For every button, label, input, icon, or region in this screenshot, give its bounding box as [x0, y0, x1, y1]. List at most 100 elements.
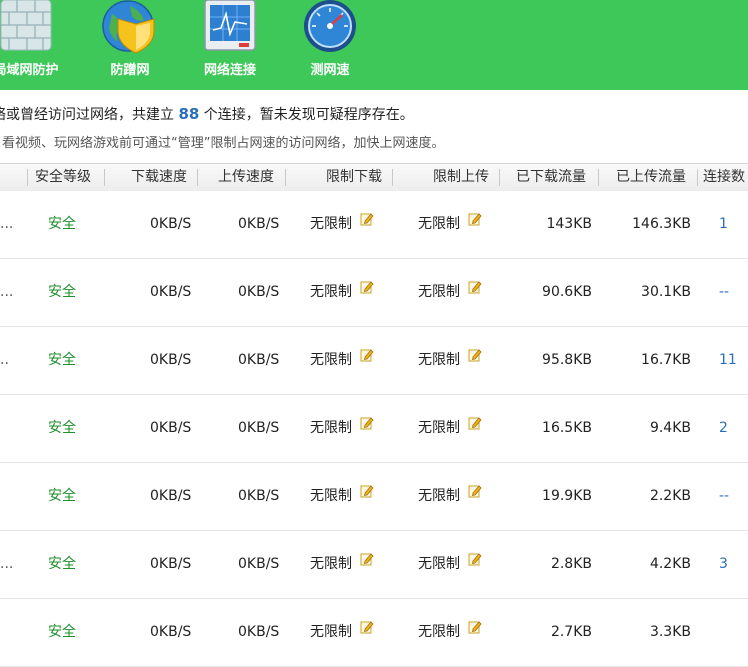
limit-download-cell: 无限制 [310, 259, 374, 326]
edit-limit-download-icon[interactable] [360, 529, 374, 596]
toolbar-network-connections[interactable]: 网络连接 [190, 0, 270, 90]
table-row[interactable]: 安全 0KB/S 0KB/S 无限制 无限制 16.5KB 9.4KB 2 [0, 395, 748, 463]
table-row[interactable]: 安全 0KB/S 0KB/S 无限制 无限制 19.9KB 2.2KB -- [0, 463, 748, 531]
downloaded-traffic: 143KB [546, 216, 592, 232]
upload-speed: 0KB/S [238, 420, 280, 436]
table-row[interactable]: ... 安全 0KB/S 0KB/S 无限制 无限制 90.6KB 30.1KB -- [0, 259, 748, 327]
security-level: 安全 [48, 624, 76, 640]
download-speed: 0KB/S [150, 556, 192, 572]
edit-limit-download-icon[interactable] [360, 597, 374, 664]
edit-limit-download-icon[interactable] [360, 189, 374, 256]
edit-limit-upload-icon[interactable] [468, 257, 482, 324]
edit-limit-upload-icon[interactable] [468, 325, 482, 392]
uploaded-traffic: 4.2KB [649, 556, 691, 572]
header-limit-download[interactable]: 限制下载 [326, 164, 382, 191]
edit-limit-download-icon[interactable] [360, 461, 374, 528]
header-download-speed[interactable]: 下载速度 [131, 164, 187, 191]
toolbar-label: 防蹭网 [110, 63, 150, 78]
edit-limit-download-icon[interactable] [360, 257, 374, 324]
toolbar-label: 网络连接 [203, 63, 256, 78]
connection-count-link[interactable]: -- [719, 463, 729, 530]
limit-upload-value: 无限制 [418, 284, 460, 300]
connection-count-link[interactable]: 11 [719, 327, 737, 394]
brick-wall-icon [0, 0, 52, 51]
toolbar-speed-test[interactable]: 测网速 [290, 0, 370, 90]
security-level: 安全 [48, 556, 76, 572]
limit-upload-value: 无限制 [418, 216, 460, 232]
upload-speed: 0KB/S [238, 624, 280, 640]
downloaded-traffic: 19.9KB [542, 488, 592, 504]
uploaded-traffic: 146.3KB [632, 216, 691, 232]
table-row[interactable]: ... 安全 0KB/S 0KB/S 无限制 无限制 143KB 146.3KB 1 [0, 191, 748, 259]
security-level: 安全 [48, 284, 76, 300]
edit-limit-upload-icon[interactable] [468, 189, 482, 256]
toolbar-label: 局域网防护 [0, 63, 59, 78]
edit-limit-upload-icon[interactable] [468, 597, 482, 664]
summary-suffix: 个连接，暂未发现可疑程序存在。 [199, 107, 414, 123]
table-row[interactable]: 安全 0KB/S 0KB/S 无限制 无限制 2.7KB 3.3KB [0, 599, 748, 667]
limit-upload-cell: 无限制 [418, 191, 482, 258]
header-downloaded[interactable]: 已下载流量 [516, 164, 586, 191]
header-security-level[interactable]: 安全等级 [35, 164, 91, 191]
edit-limit-download-icon[interactable] [360, 325, 374, 392]
limit-download-value: 无限制 [310, 284, 352, 300]
connection-count-link[interactable]: -- [719, 259, 729, 326]
speedometer-icon [304, 0, 356, 52]
uploaded-traffic: 9.4KB [649, 420, 691, 436]
upload-speed: 0KB/S [238, 284, 280, 300]
connection-count-link[interactable]: 2 [719, 395, 728, 462]
upload-speed: 0KB/S [238, 216, 280, 232]
edit-limit-upload-icon[interactable] [468, 529, 482, 596]
speed-tip: 看视频、玩网络游戏前可通过“管理”限制占网速的访问网络，加快上网速度。 [2, 136, 445, 151]
downloaded-traffic: 95.8KB [542, 352, 592, 368]
limit-download-cell: 无限制 [310, 191, 374, 258]
toolbar-lan-protection[interactable]: 局域网防护 [0, 0, 66, 90]
upload-speed: 0KB/S [238, 488, 280, 504]
globe-shield-icon [102, 0, 155, 54]
header-connections[interactable]: 连接数 [703, 164, 745, 191]
edit-limit-upload-icon[interactable] [468, 393, 482, 460]
connection-count-link[interactable]: 1 [719, 191, 728, 258]
downloaded-traffic: 2.8KB [550, 556, 592, 572]
info-panel: 络或曾经访问过网络，共建立 88 个连接，暂未发现可疑程序存在。 看视频、玩网络… [0, 90, 748, 163]
limit-download-value: 无限制 [310, 556, 352, 572]
limit-upload-cell: 无限制 [418, 395, 482, 462]
security-level: 安全 [48, 352, 76, 368]
column-separator [197, 169, 198, 186]
limit-upload-cell: 无限制 [418, 259, 482, 326]
download-speed: 0KB/S [150, 420, 192, 436]
downloaded-traffic: 90.6KB [542, 284, 592, 300]
connection-count-link[interactable]: 3 [719, 531, 728, 598]
table-header: 安全等级 下载速度 上传速度 限制下载 限制上传 已下载流量 已上传流量 连接数 [0, 163, 748, 192]
edit-limit-download-icon[interactable] [360, 393, 374, 460]
upload-speed: 0KB/S [238, 352, 280, 368]
process-name-truncated: .. [0, 352, 9, 368]
uploaded-traffic: 30.1KB [641, 284, 691, 300]
limit-download-cell: 无限制 [310, 599, 374, 666]
connection-count: 88 [178, 105, 200, 123]
edit-limit-upload-icon[interactable] [468, 461, 482, 528]
header-limit-upload[interactable]: 限制上传 [433, 164, 489, 191]
limit-upload-value: 无限制 [418, 488, 460, 504]
limit-upload-cell: 无限制 [418, 599, 482, 666]
column-separator [499, 169, 500, 186]
table-row[interactable]: .. 安全 0KB/S 0KB/S 无限制 无限制 95.8KB 16.7KB 11 [0, 327, 748, 395]
limit-upload-value: 无限制 [418, 556, 460, 572]
security-level: 安全 [48, 420, 76, 436]
header-upload-speed[interactable]: 上传速度 [218, 164, 274, 191]
limit-upload-value: 无限制 [418, 624, 460, 640]
column-separator [285, 169, 286, 186]
connection-summary: 络或曾经访问过网络，共建立 88 个连接，暂未发现可疑程序存在。 [0, 104, 414, 124]
toolbar-anti-leech[interactable]: 防蹭网 [90, 0, 170, 90]
download-speed: 0KB/S [150, 284, 192, 300]
downloaded-traffic: 16.5KB [542, 420, 592, 436]
security-level: 安全 [48, 488, 76, 504]
column-separator [27, 169, 28, 186]
limit-download-cell: 无限制 [310, 463, 374, 530]
limit-upload-cell: 无限制 [418, 327, 482, 394]
limit-download-cell: 无限制 [310, 395, 374, 462]
security-level: 安全 [48, 216, 76, 232]
table-row[interactable]: ... 安全 0KB/S 0KB/S 无限制 无限制 2.8KB 4.2KB 3 [0, 531, 748, 599]
header-uploaded[interactable]: 已上传流量 [616, 164, 686, 191]
column-separator [598, 169, 599, 186]
